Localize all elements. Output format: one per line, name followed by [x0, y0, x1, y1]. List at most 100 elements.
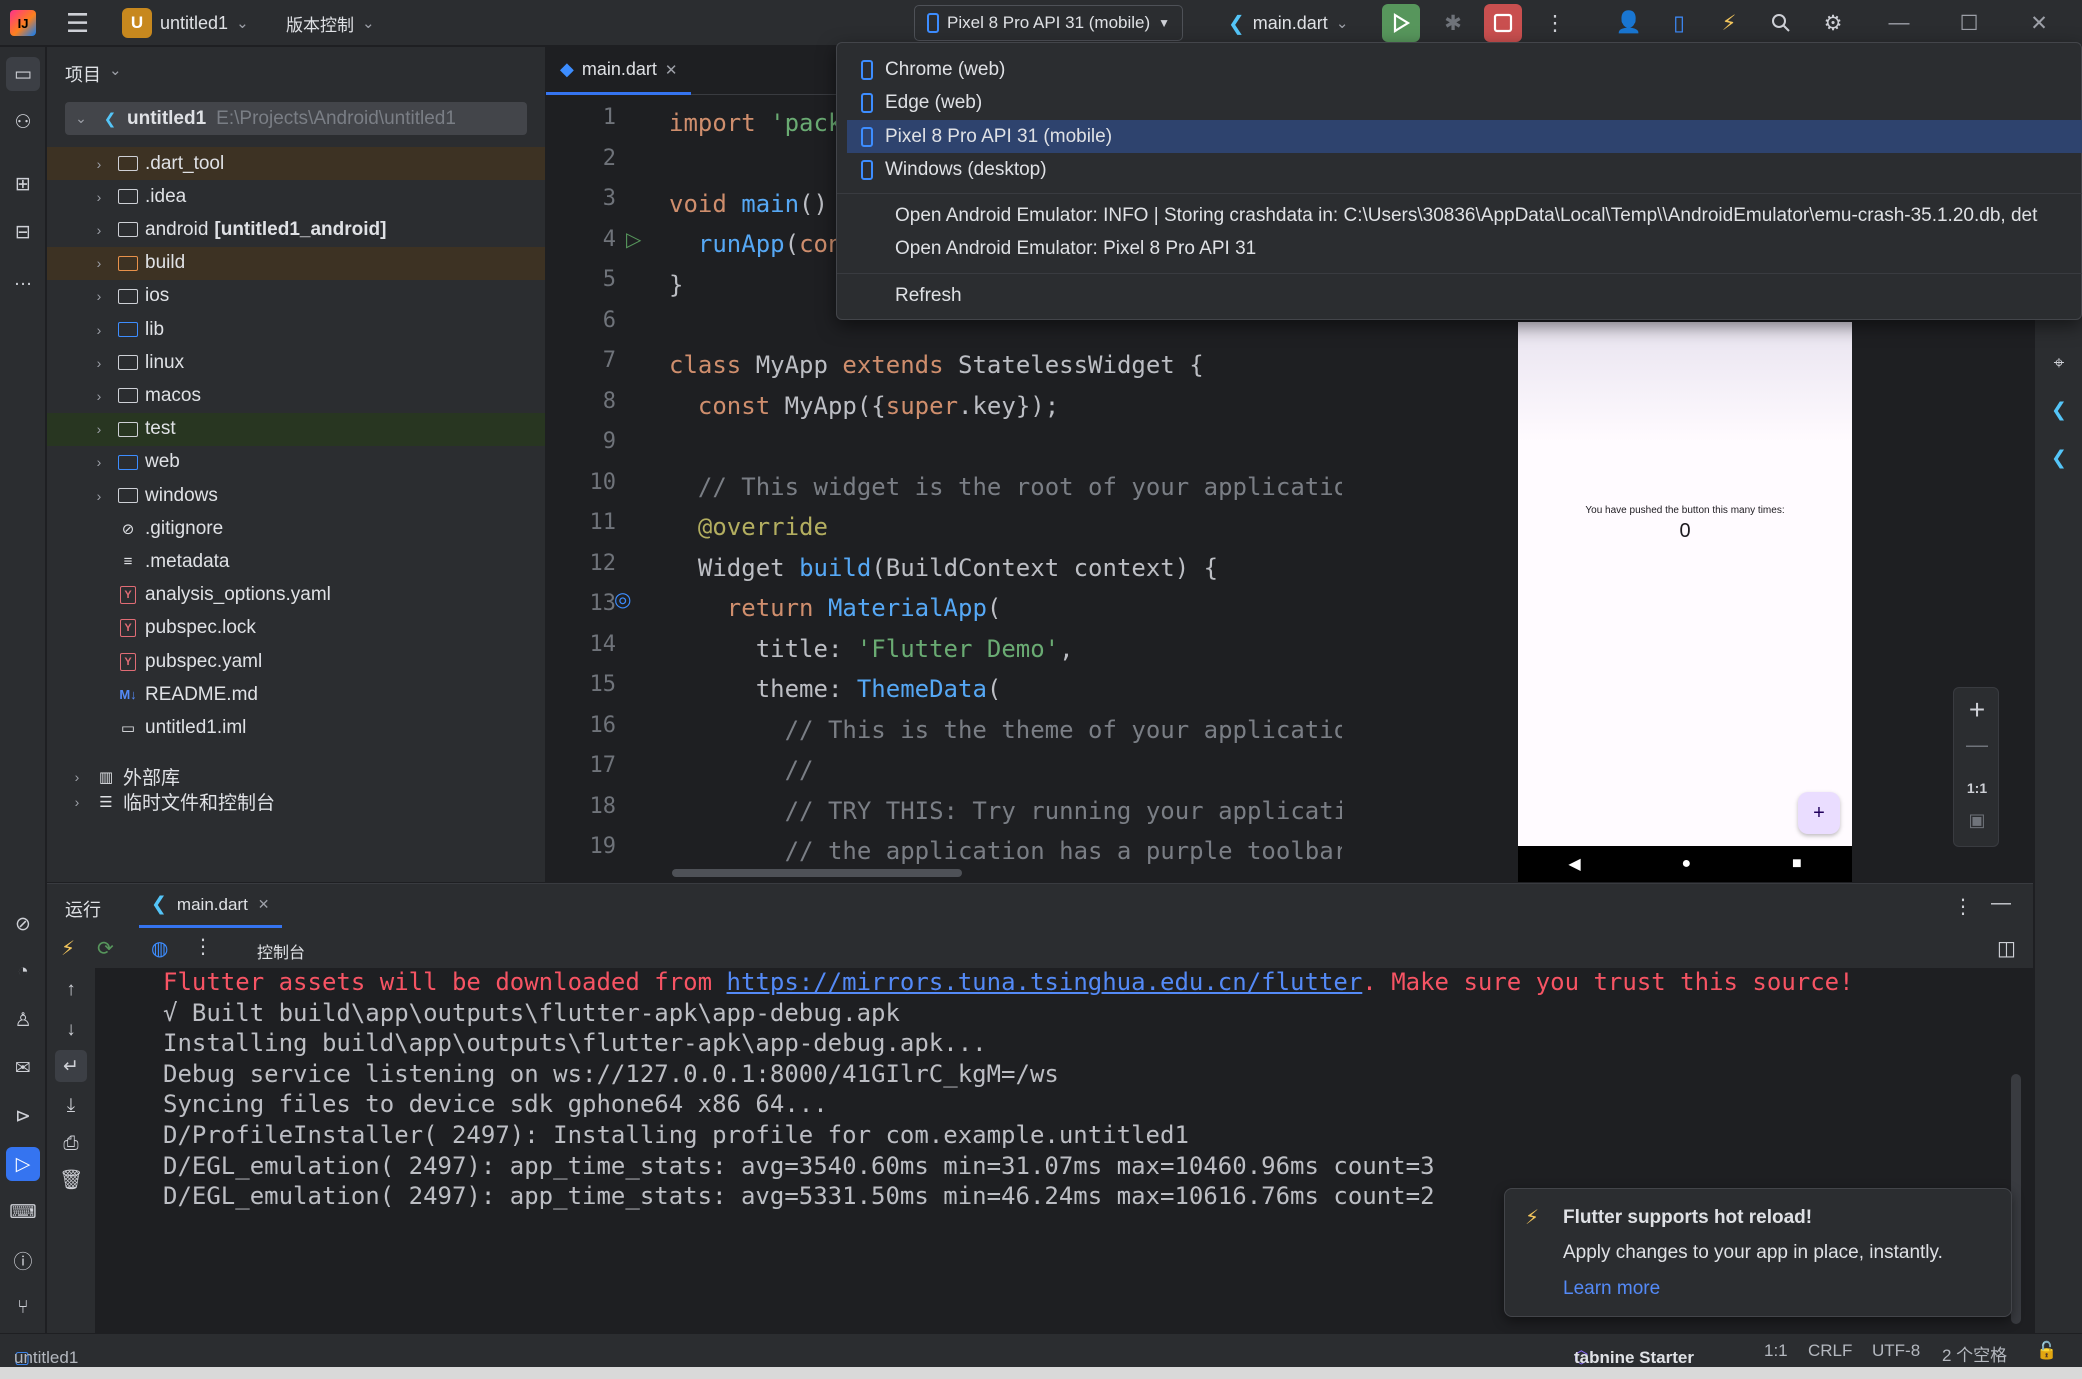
zoom-ratio[interactable]: 1:1 [1954, 780, 2000, 796]
settings-button[interactable]: ⚙ [1818, 8, 1848, 38]
devtools-icon[interactable]: ◍ [151, 936, 168, 961]
project-tool-button[interactable]: ▭ [6, 57, 40, 91]
horizontal-scrollbar[interactable] [672, 869, 962, 877]
device-selector[interactable]: Pixel 8 Pro API 31 (mobile) ▼ [914, 4, 1184, 42]
close-window-button[interactable]: ✕ [2024, 8, 2054, 38]
tree-item[interactable]: › lib [47, 313, 545, 346]
override-gutter-icon[interactable]: ◎ [614, 587, 631, 612]
line-separator[interactable]: CRLF [1808, 1341, 1852, 1361]
scratches-consoles[interactable]: › ☰ 临时文件和控制台 [47, 785, 545, 818]
flutter-inspector-button[interactable]: ❮ [2042, 393, 2076, 427]
more-vertical-icon[interactable]: ⋮ [1953, 894, 1973, 919]
scroll-up-icon[interactable]: ↑ [55, 974, 87, 1006]
home-nav-icon[interactable]: ● [1681, 855, 1691, 873]
emulator-action[interactable]: Open Android Emulator: INFO | Storing cr… [847, 199, 2082, 232]
close-tab-icon[interactable]: ✕ [258, 896, 270, 913]
device-manager-button[interactable]: ▯ [1664, 8, 1694, 38]
hot-reload-toolbar-button[interactable]: ⚡ [1714, 8, 1744, 38]
search-button[interactable] [1766, 8, 1796, 38]
app-inspection-button[interactable]: ◔ [6, 955, 40, 989]
hot-restart-icon[interactable]: ⟳ [97, 936, 114, 961]
tree-item[interactable]: › .dart_tool [47, 147, 545, 180]
refresh-devices[interactable]: Refresh [847, 279, 2082, 312]
tree-item[interactable]: › windows [47, 479, 545, 512]
console-scrollbar[interactable] [2011, 1074, 2021, 1324]
flutter-outline-button[interactable]: ❮ [2042, 441, 2076, 475]
back-nav-icon[interactable]: ◀ [1568, 854, 1580, 874]
tree-item[interactable]: › linux [47, 346, 545, 379]
indent-setting[interactable]: 2 个空格 [1942, 1341, 2007, 1366]
scroll-to-end-icon[interactable]: ⤓ [55, 1090, 87, 1122]
device-option[interactable]: Edge (web) [847, 87, 2082, 120]
problems-button[interactable]: ⓘ [6, 1243, 40, 1277]
tree-item[interactable]: Ypubspec.yaml [47, 645, 545, 678]
soft-wrap-icon[interactable]: ↵ [55, 1050, 87, 1082]
build-variants-button[interactable]: ⊘ [6, 907, 40, 941]
tree-item[interactable]: › .idea [47, 180, 545, 213]
learn-more-link[interactable]: Learn more [1563, 1278, 1660, 1300]
project-switcher[interactable]: U untitled1 ⌄ [122, 0, 249, 46]
tree-item[interactable]: › test [47, 412, 545, 446]
main-menu-button[interactable]: ☰ [66, 0, 89, 46]
scroll-down-icon[interactable]: ↓ [55, 1014, 87, 1046]
app-logo[interactable]: IJ [10, 0, 36, 46]
more-actions-button[interactable]: ⋮ [1540, 8, 1570, 38]
run-tab-main-dart[interactable]: ❮ main.dart ✕ [139, 884, 282, 928]
resource-manager-button[interactable]: ⊟ [6, 215, 40, 249]
tree-item[interactable]: › macos [47, 379, 545, 412]
more-vertical-icon[interactable]: ⋮ [193, 934, 213, 959]
layout-inspector-button[interactable]: ⌖ [2042, 347, 2076, 381]
close-tab-icon[interactable]: ✕ [665, 61, 678, 79]
caret-position[interactable]: 1:1 [1764, 1341, 1788, 1361]
tree-item[interactable]: › web [47, 446, 545, 479]
emulator-screen[interactable]: You have pushed the button this many tim… [1518, 322, 1852, 882]
hot-reload-icon[interactable]: ⚡ [61, 936, 75, 961]
tree-root[interactable]: ⌄ ❮ untitled1 E:\Projects\Android\untitl… [65, 102, 527, 135]
device-option[interactable]: Windows (desktop) [847, 154, 2082, 187]
layout-toggle-icon[interactable]: ◫ [1997, 936, 2016, 961]
hide-panel-icon[interactable]: — [1991, 892, 2011, 915]
tree-item[interactable]: Ypubspec.lock [47, 612, 545, 645]
structure-tool-button[interactable]: ⊞ [6, 167, 40, 201]
console-tab[interactable]: 控制台 [257, 939, 305, 963]
project-panel-header[interactable]: 项目 ⌄ [65, 61, 122, 87]
stop-button[interactable] [1484, 4, 1522, 42]
tree-item[interactable]: › android [untitled1_android] [47, 213, 545, 246]
logcat-button[interactable]: ♙ [6, 1003, 40, 1037]
vcs-menu[interactable]: 版本控制 ⌄ [286, 0, 375, 46]
tree-item[interactable]: Yanalysis_options.yaml [47, 579, 545, 612]
tree-item[interactable]: ≡ .metadata [47, 545, 545, 578]
add-user-button[interactable]: 👤 [1614, 8, 1644, 38]
maximize-button[interactable]: ☐ [1954, 8, 1984, 38]
terminal-button[interactable]: ⌨ [6, 1195, 40, 1229]
more-tools-button[interactable]: … [6, 263, 40, 297]
print-icon[interactable]: ⎙ [55, 1128, 87, 1160]
file-encoding[interactable]: UTF-8 [1872, 1341, 1920, 1361]
editor-tab-main-dart[interactable]: ◆ main.dart ✕ [546, 47, 692, 95]
emulator-action[interactable]: Open Android Emulator: Pixel 8 Pro API 3… [847, 232, 2082, 265]
run-button[interactable] [1382, 4, 1420, 42]
commit-tool-button[interactable]: ⚇ [6, 105, 40, 139]
tree-item[interactable]: ⊘ .gitignore [47, 512, 545, 545]
git-button[interactable]: ⑂ [6, 1291, 40, 1325]
debug-button[interactable]: ✱ [1438, 8, 1468, 38]
tree-item[interactable]: › ios [47, 280, 545, 313]
tree-item[interactable]: ▭ untitled1.iml [47, 711, 545, 744]
minimize-button[interactable]: — [1884, 8, 1914, 38]
fit-screen-icon[interactable]: ▣ [1954, 810, 2000, 831]
zoom-out-icon[interactable]: — [1954, 732, 2000, 758]
device-option[interactable]: Chrome (web) [847, 53, 2082, 86]
zoom-in-icon[interactable]: + [1954, 694, 2000, 726]
increment-fab[interactable]: + [1798, 792, 1840, 834]
tree-item[interactable]: M↓ README.md [47, 678, 545, 711]
trash-icon[interactable]: 🗑 [55, 1164, 87, 1196]
recents-nav-icon[interactable]: ■ [1792, 855, 1802, 873]
run-tool-button[interactable]: ▷ [6, 1147, 40, 1181]
device-option[interactable]: Pixel 8 Pro API 31 (mobile) [847, 120, 2082, 153]
app-quality-button[interactable]: ✉ [6, 1051, 40, 1085]
run-gutter-icon[interactable]: ▷ [626, 227, 641, 252]
tree-item[interactable]: › build [47, 246, 545, 280]
run-configuration[interactable]: ❮ main.dart ⌄ [1228, 0, 1348, 46]
lock-icon[interactable]: 🔓 [2036, 1341, 2057, 1361]
services-button[interactable]: ⊳ [6, 1099, 40, 1133]
